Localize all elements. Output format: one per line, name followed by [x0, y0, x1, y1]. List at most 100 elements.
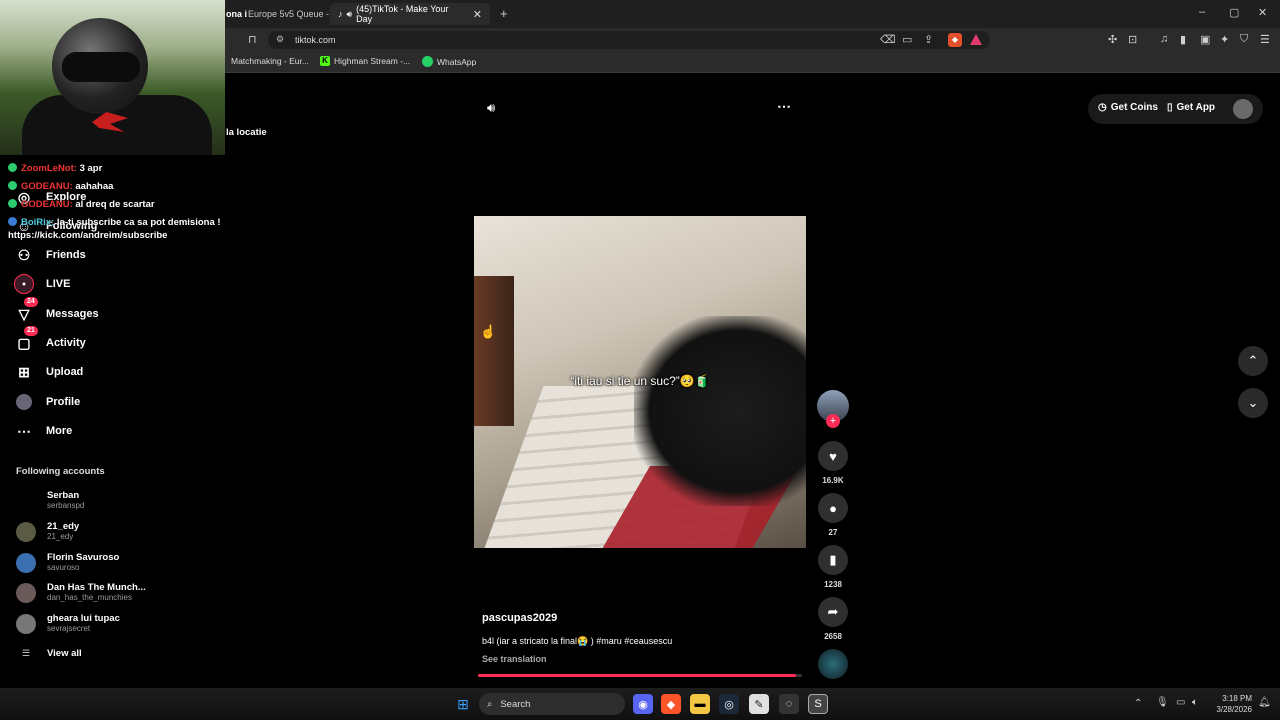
volume-icon[interactable]: 🔊︎ [487, 100, 495, 116]
minimize-button[interactable]: – [1199, 6, 1205, 18]
live-icon: ● [14, 274, 34, 294]
file-explorer-icon[interactable]: ▬ [690, 694, 710, 714]
menu-icon[interactable]: ☰ [1260, 33, 1270, 46]
extensions-icon[interactable]: ✣ [1108, 33, 1117, 46]
sidebar-item-messages[interactable]: ▽ 24 Messages [14, 297, 99, 324]
microphone-icon[interactable]: 🎙︎ [1156, 697, 1169, 708]
account-item[interactable]: Dan Has The Munch... dan_has_the_munchies [16, 582, 146, 603]
next-video-button[interactable]: ⌄ [1238, 388, 1268, 418]
sidebar-item-live[interactable]: ● LIVE [14, 274, 70, 294]
search-icon: ⌕ [487, 698, 493, 710]
account-name: 21_edy [47, 521, 80, 532]
share-icon[interactable]: ⇪ [924, 33, 933, 46]
sidebar-item-activity[interactable]: ▢ 21 Activity [14, 326, 86, 353]
messages-icon: ▽ 24 [14, 297, 38, 324]
tab-label: Europe 5v5 Queue - [248, 9, 330, 19]
close-window-button[interactable]: ✕ [1258, 6, 1267, 19]
brave-icon[interactable]: ◆ [661, 694, 681, 714]
chat-text: aahahaa [75, 181, 114, 192]
account-name: Florin Savuroso [47, 552, 120, 563]
chat-text: 3 apr [79, 163, 103, 174]
taskbar-search[interactable]: ⌕ Search [479, 693, 625, 715]
windows-start-icon[interactable]: ⊞ [453, 694, 473, 714]
chevron-down-icon: ⌄ [1247, 395, 1259, 410]
overlay-top-text: la locatie [226, 127, 267, 138]
maximize-button[interactable]: ▢ [1229, 6, 1239, 19]
video-author[interactable]: pascupas2029 [482, 612, 557, 624]
progress-track[interactable] [478, 674, 802, 677]
sidebar-item-label: More [46, 425, 73, 437]
save-action[interactable]: ▮ 1238 [818, 545, 848, 589]
app-icon[interactable]: ✎ [749, 694, 769, 714]
account-item[interactable]: Florin Savuroso savuroso [16, 552, 119, 573]
translate-icon[interactable]: ⌫ [880, 33, 896, 46]
notification-icon[interactable]: 🔔︎ [1258, 697, 1271, 708]
sidebar-item-label: LIVE [46, 278, 71, 290]
upload-icon: ⊞ [18, 363, 30, 380]
clock-time: 3:18 PM [1222, 694, 1252, 703]
wallet-icon[interactable]: ▣ [1200, 33, 1210, 46]
user-avatar[interactable] [1233, 99, 1253, 119]
cast-icon[interactable]: ▭ [902, 33, 912, 46]
bookmark-label: WhatsApp [437, 56, 477, 67]
steam-icon[interactable]: ◎ [719, 694, 739, 714]
get-app-button[interactable]: ▯ Get App [1167, 102, 1215, 113]
account-name: gheara lui tupac [47, 613, 120, 624]
tab-tiktok[interactable]: ♪ 🔊︎ (45)TikTok - Make Your Day ✕ [330, 3, 490, 25]
chat-user: GODEANU: [21, 199, 73, 210]
discord-icon[interactable]: ◉ [633, 694, 653, 714]
activity-icon: ▢ 21 [14, 326, 38, 353]
account-item[interactable]: gheara lui tupac sevrajsecret [16, 613, 120, 634]
close-tab-icon[interactable]: ✕ [473, 8, 482, 21]
sidebar-toggle-icon[interactable]: ▮ [1180, 33, 1186, 46]
comment-action[interactable]: ● 27 [818, 493, 848, 537]
account-handle: 21_edy [47, 532, 74, 541]
volume-tray-icon[interactable]: 🔈︎ [1192, 697, 1198, 708]
share-action[interactable]: ➦ 2658 [818, 597, 848, 641]
share-count: 2658 [824, 632, 842, 641]
tray-expand-icon[interactable]: ⌃ [1134, 698, 1142, 709]
coin-icon: ◷ [1098, 102, 1107, 113]
view-all-link[interactable]: ☰ View all [16, 648, 82, 659]
media-icon[interactable]: ♫ [1160, 33, 1168, 45]
sidebar-item-profile[interactable]: Profile [14, 392, 80, 412]
whatsapp-icon [422, 56, 433, 67]
brave-shields-icon[interactable]: ◆ [948, 33, 962, 47]
previous-video-button[interactable]: ⌃ [1238, 346, 1268, 376]
tab-europe-queue[interactable]: Europe 5v5 Queue - [240, 3, 337, 25]
account-handle: sevrajsecret [47, 624, 91, 633]
share-arrow-icon[interactable]: ➦ [818, 597, 848, 627]
avatar [16, 582, 36, 603]
screenshot-icon[interactable]: ⊡ [1128, 33, 1137, 46]
clock[interactable]: 3:18 PM 3/28/2026 [1212, 693, 1252, 715]
follow-plus-icon[interactable]: + [826, 414, 840, 428]
account-item[interactable]: Serban serbanspd [16, 490, 84, 511]
new-tab-button[interactable]: + [500, 6, 508, 21]
bookmark-icon[interactable]: ⊓ [248, 33, 257, 46]
bookmark-highman-stream[interactable]: K Highman Stream -... [320, 56, 410, 66]
more-options-icon[interactable]: ⋯ [777, 98, 791, 115]
bookmark-matchmaking[interactable]: Matchmaking - Eur... [231, 56, 309, 66]
sidebar-item-friends[interactable]: ⚇ Friends [14, 245, 86, 265]
chat-message: BoiRix: la-ti subscribe ca sa pot demisi… [8, 217, 221, 228]
heart-icon[interactable]: ♥ [818, 441, 848, 471]
site-settings-icon[interactable]: ⚙ [276, 34, 284, 45]
sidebar-item-more[interactable]: ⋯ More [14, 421, 72, 441]
sidebar-item-upload[interactable]: ⊞ Upload [14, 362, 83, 382]
bookmark-save-icon[interactable]: ▮ [818, 545, 848, 575]
leo-ai-icon[interactable]: ✦ [1220, 33, 1229, 46]
streamlabs-icon[interactable]: S [808, 694, 828, 714]
vpn-icon[interactable]: ⛉ [1240, 33, 1248, 46]
comment-icon[interactable]: ● [818, 493, 848, 523]
account-item[interactable]: 21_edy 21_edy [16, 521, 79, 542]
network-icon[interactable]: ▭ [1176, 697, 1185, 708]
see-translation-link[interactable]: See translation [482, 654, 547, 664]
get-coins-button[interactable]: ◷ Get Coins [1098, 102, 1158, 113]
obs-icon[interactable]: ◌ [779, 694, 799, 714]
bookmark-whatsapp[interactable]: WhatsApp [422, 56, 476, 67]
list-icon: ☰ [21, 648, 31, 658]
avatar [16, 552, 36, 573]
like-action[interactable]: ♥ 16.9K [818, 441, 848, 485]
music-disc-icon[interactable] [818, 649, 848, 679]
brave-rewards-icon[interactable] [970, 34, 982, 45]
